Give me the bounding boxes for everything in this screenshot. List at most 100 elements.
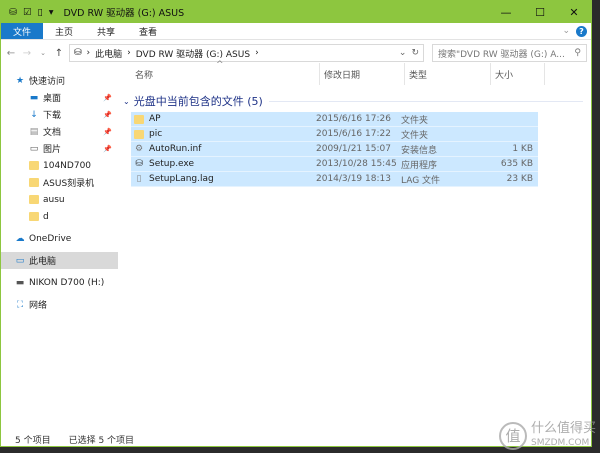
file-row[interactable]: AP 2015/6/16 17:26 文件夹 [131, 112, 538, 127]
customize-toolbar-icon[interactable]: ▾ [49, 7, 54, 18]
properties-icon[interactable]: ☑ [23, 7, 32, 18]
file-row[interactable]: pic 2015/6/16 17:22 文件夹 [131, 127, 538, 142]
sidebar-item-label: ausu [43, 194, 65, 205]
sidebar-item-label: 图片 [43, 145, 62, 155]
drive-icon: ⛁ [9, 6, 17, 18]
folder-icon [29, 212, 39, 221]
sidebar-item[interactable]: ▭ 此电脑 [1, 252, 118, 269]
column-date[interactable]: 修改日期 [320, 63, 405, 85]
expand-ribbon-icon[interactable]: ⌄ [562, 26, 570, 36]
tab-home[interactable]: 主页 [43, 23, 85, 39]
recent-locations-button[interactable]: ⌄ [37, 49, 49, 57]
dropdown-icon[interactable]: ⌄ [399, 48, 407, 58]
breadcrumb-this-pc[interactable]: 此电脑 [95, 47, 122, 60]
file-type: 文件夹 [401, 130, 429, 141]
pin-icon[interactable]: 📌 [103, 111, 112, 119]
cloud-icon: ☁ [15, 233, 25, 244]
file-size: 23 KB [506, 174, 533, 184]
window-title: DVD RW 驱动器 (G:) ASUS [63, 8, 185, 19]
network-icon: ⛶ [16, 299, 24, 310]
sidebar-item-label: 此电脑 [29, 257, 57, 267]
setup-icon: ⛁ [135, 159, 143, 169]
tab-view[interactable]: 查看 [127, 23, 169, 39]
file-name-text: Setup.exe [149, 159, 195, 169]
sort-ascending-icon: ^ [216, 60, 224, 70]
address-row: ← → ⌄ ↑ ⛁ › 此电脑 › DVD RW 驱动器 (G:) ASUS › ⌄ ↻… [1, 42, 591, 64]
refresh-icon[interactable]: ↻ [411, 48, 419, 58]
file-name: AP [131, 114, 316, 124]
sidebar-item[interactable]: ASUS刻录机 [1, 174, 118, 191]
back-button[interactable]: ← [5, 48, 17, 59]
sidebar-item-label: 桌面 [43, 94, 62, 104]
pin-icon[interactable]: 📌 [103, 94, 112, 102]
navigation-pane: ★ 快速访问 ▬ 桌面 📌 ↓ 下载 📌 ▤ 文档 📌 ▭ 图片 📌 104ND700 ASUS刻录机 ausu… [1, 63, 118, 432]
tab-share[interactable]: 共享 [85, 23, 127, 39]
file-row[interactable]: ▯ SetupLang.lag 2014/3/19 18:13 LAG 文件 23 KB [131, 172, 538, 187]
chevron-right-icon: › [127, 48, 131, 58]
help-icon[interactable]: ? [576, 25, 587, 37]
sidebar-item-label: 快速访问 [29, 77, 66, 87]
item-count: 5 个项目 [15, 435, 51, 446]
breadcrumb-drive[interactable]: DVD RW 驱动器 (G:) ASUS [136, 47, 250, 60]
file-list: ^ 名称 修改日期 类型 大小 ⌄ 光盘中当前包含的文件 (5) AP 2015/6… [118, 60, 591, 432]
sidebar-item-label: ASUS刻录机 [43, 179, 95, 189]
file-row[interactable]: ⛁ Setup.exe 2013/10/28 15:45 应用程序 635 KB [131, 157, 538, 172]
sidebar-item[interactable]: ausu [1, 191, 118, 208]
file-name-text: pic [149, 129, 163, 139]
sidebar-item-label: d [43, 211, 49, 222]
sidebar-item[interactable]: ⛶ 网络 [1, 296, 118, 313]
file-type: 安装信息 [401, 145, 438, 156]
search-input[interactable]: 搜索"DVD RW 驱动器 (G:) A... ⚲ [432, 44, 587, 62]
drive-icon: ▬ [15, 277, 25, 288]
sidebar-item[interactable]: ☁ OneDrive [1, 230, 118, 247]
file-size: 635 KB [500, 159, 533, 169]
file-name-text: AutoRun.inf [149, 144, 202, 154]
up-button[interactable]: ↑ [53, 48, 65, 59]
file-date: 2015/6/16 17:22 [316, 129, 391, 139]
sidebar-item[interactable]: ▬ NIKON D700 (H:) [1, 274, 118, 291]
minimize-button[interactable]: — [489, 6, 523, 19]
column-type[interactable]: 类型 [405, 63, 491, 85]
sidebar-item[interactable]: d [1, 208, 118, 225]
sidebar-item-label: 文档 [43, 128, 62, 138]
computer-icon: ▭ [15, 255, 25, 266]
maximize-button[interactable]: ☐ [523, 6, 557, 19]
tab-file[interactable]: 文件 [1, 23, 44, 39]
star-icon: ★ [15, 75, 25, 86]
forward-button[interactable]: → [21, 48, 33, 59]
close-button[interactable]: ✕ [557, 6, 591, 19]
file-icon: ▯ [136, 174, 142, 184]
chevron-right-icon: › [255, 48, 259, 58]
new-folder-icon[interactable]: ▯ [38, 7, 43, 18]
sidebar-item[interactable]: 104ND700 [1, 157, 118, 174]
chevron-right-icon: › [86, 48, 91, 58]
status-bar: 5 个项目 已选择 5 个项目 [1, 432, 134, 446]
folder-icon [134, 129, 144, 139]
pin-icon[interactable]: 📌 [103, 145, 112, 153]
sidebar-item-label: 网络 [29, 301, 48, 311]
watermark-text: 什么值得买 SMZDM.COM [530, 421, 596, 449]
watermark: 值什么值得买 SMZDM.COM [498, 421, 596, 450]
document-icon: ▤ [29, 126, 39, 137]
sidebar-item[interactable]: ★ 快速访问 [1, 72, 118, 89]
folder-icon [29, 178, 39, 187]
group-header[interactable]: ⌄ 光盘中当前包含的文件 (5) [123, 93, 591, 109]
file-row[interactable]: ⚙ AutoRun.inf 2009/1/21 15:07 安装信息 1 KB [131, 142, 538, 157]
drive-icon: ⛁ [74, 48, 82, 58]
file-date: 2015/6/16 17:26 [316, 114, 391, 124]
column-size[interactable]: 大小 [491, 63, 545, 85]
sidebar-item[interactable]: ▬ 桌面 📌 [1, 89, 118, 106]
file-type: LAG 文件 [401, 175, 441, 186]
address-bar[interactable]: ⛁ › 此电脑 › DVD RW 驱动器 (G:) ASUS › ⌄ ↻ [69, 44, 424, 62]
pin-icon[interactable]: 📌 [103, 128, 112, 136]
title-bar: ⛁ ☑ ▯ ▾ DVD RW 驱动器 (G:) ASUS — ☐ ✕ [1, 1, 591, 23]
file-date: 2014/3/19 18:13 [316, 174, 391, 184]
file-size: 1 KB [512, 144, 533, 154]
file-name: ⚙ AutoRun.inf [131, 144, 316, 154]
sidebar-item-label: 下载 [43, 111, 62, 121]
sidebar-item[interactable]: ↓ 下载 📌 [1, 106, 118, 123]
sidebar-item[interactable]: ▤ 文档 📌 [1, 123, 118, 140]
sidebar-item[interactable]: ▭ 图片 📌 [1, 140, 118, 157]
search-icon: ⚲ [574, 48, 581, 58]
column-name[interactable]: 名称 [135, 63, 320, 85]
